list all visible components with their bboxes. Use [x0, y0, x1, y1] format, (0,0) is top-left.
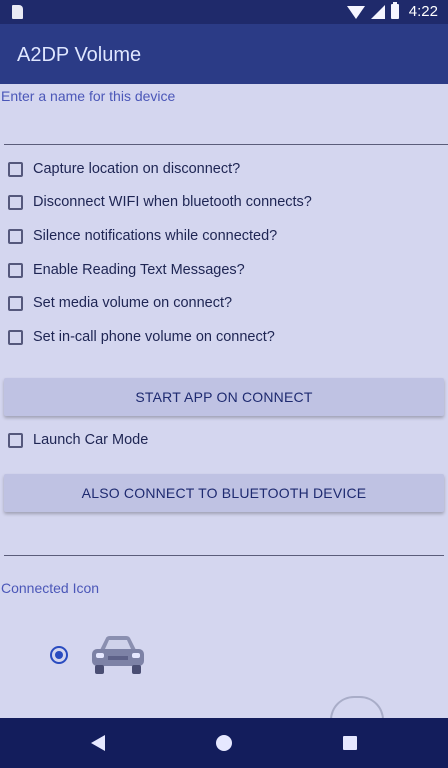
- disconnect-wifi-checkbox[interactable]: [8, 194, 23, 210]
- also-connect-bluetooth-button[interactable]: ALSO CONNECT TO BLUETOOTH DEVICE: [4, 474, 444, 512]
- recents-icon[interactable]: [343, 736, 357, 750]
- car-icon[interactable]: [88, 634, 148, 676]
- wifi-icon: [346, 6, 365, 19]
- status-time: 4:22: [408, 3, 438, 20]
- home-icon[interactable]: [216, 735, 232, 751]
- battery-icon: [390, 2, 399, 19]
- connected-icon-radio[interactable]: [50, 646, 68, 664]
- sd-card-icon: [12, 5, 23, 19]
- reading-text-checkbox[interactable]: [8, 262, 23, 278]
- cell-signal-icon: [370, 4, 385, 19]
- connected-icon-label: Connected Icon: [1, 580, 100, 596]
- reading-text-label: Enable Reading Text Messages?: [33, 262, 245, 278]
- partial-icon: [330, 696, 384, 720]
- divider: [4, 555, 444, 556]
- incall-volume-label: Set in-call phone volume on connect?: [33, 329, 275, 345]
- app-bar: A2DP Volume: [0, 24, 448, 84]
- media-volume-checkbox-row[interactable]: Set media volume on connect?: [8, 293, 232, 313]
- settings-form: Enter a name for this device Capture loc…: [0, 84, 448, 720]
- device-name-label: Enter a name for this device: [1, 88, 176, 104]
- capture-location-checkbox[interactable]: [8, 161, 23, 177]
- incall-volume-checkbox-row[interactable]: Set in-call phone volume on connect?: [8, 327, 275, 347]
- capture-location-checkbox-row[interactable]: Capture location on disconnect?: [8, 159, 240, 179]
- silence-notifications-label: Silence notifications while connected?: [33, 228, 278, 244]
- navigation-bar: [0, 718, 448, 768]
- car-mode-checkbox-row[interactable]: Launch Car Mode: [8, 430, 148, 450]
- app-title: A2DP Volume: [17, 44, 142, 66]
- media-volume-label: Set media volume on connect?: [33, 295, 233, 311]
- media-volume-checkbox[interactable]: [8, 295, 23, 311]
- silence-notifications-checkbox[interactable]: [8, 228, 23, 244]
- status-bar: 4:22: [0, 0, 448, 24]
- status-icons: 4:22: [346, 2, 438, 20]
- reading-text-checkbox-row[interactable]: Enable Reading Text Messages?: [8, 260, 245, 280]
- disconnect-wifi-label: Disconnect WIFI when bluetooth connects?: [33, 194, 312, 210]
- capture-location-label: Capture location on disconnect?: [33, 161, 241, 177]
- car-mode-checkbox[interactable]: [8, 432, 23, 448]
- back-icon[interactable]: [91, 735, 105, 751]
- disconnect-wifi-checkbox-row[interactable]: Disconnect WIFI when bluetooth connects?: [8, 192, 312, 212]
- silence-notifications-checkbox-row[interactable]: Silence notifications while connected?: [8, 226, 277, 246]
- incall-volume-checkbox[interactable]: [8, 329, 23, 345]
- start-app-on-connect-button[interactable]: START APP ON CONNECT: [4, 378, 444, 416]
- car-mode-label: Launch Car Mode: [33, 432, 149, 448]
- device-name-input[interactable]: [4, 114, 448, 145]
